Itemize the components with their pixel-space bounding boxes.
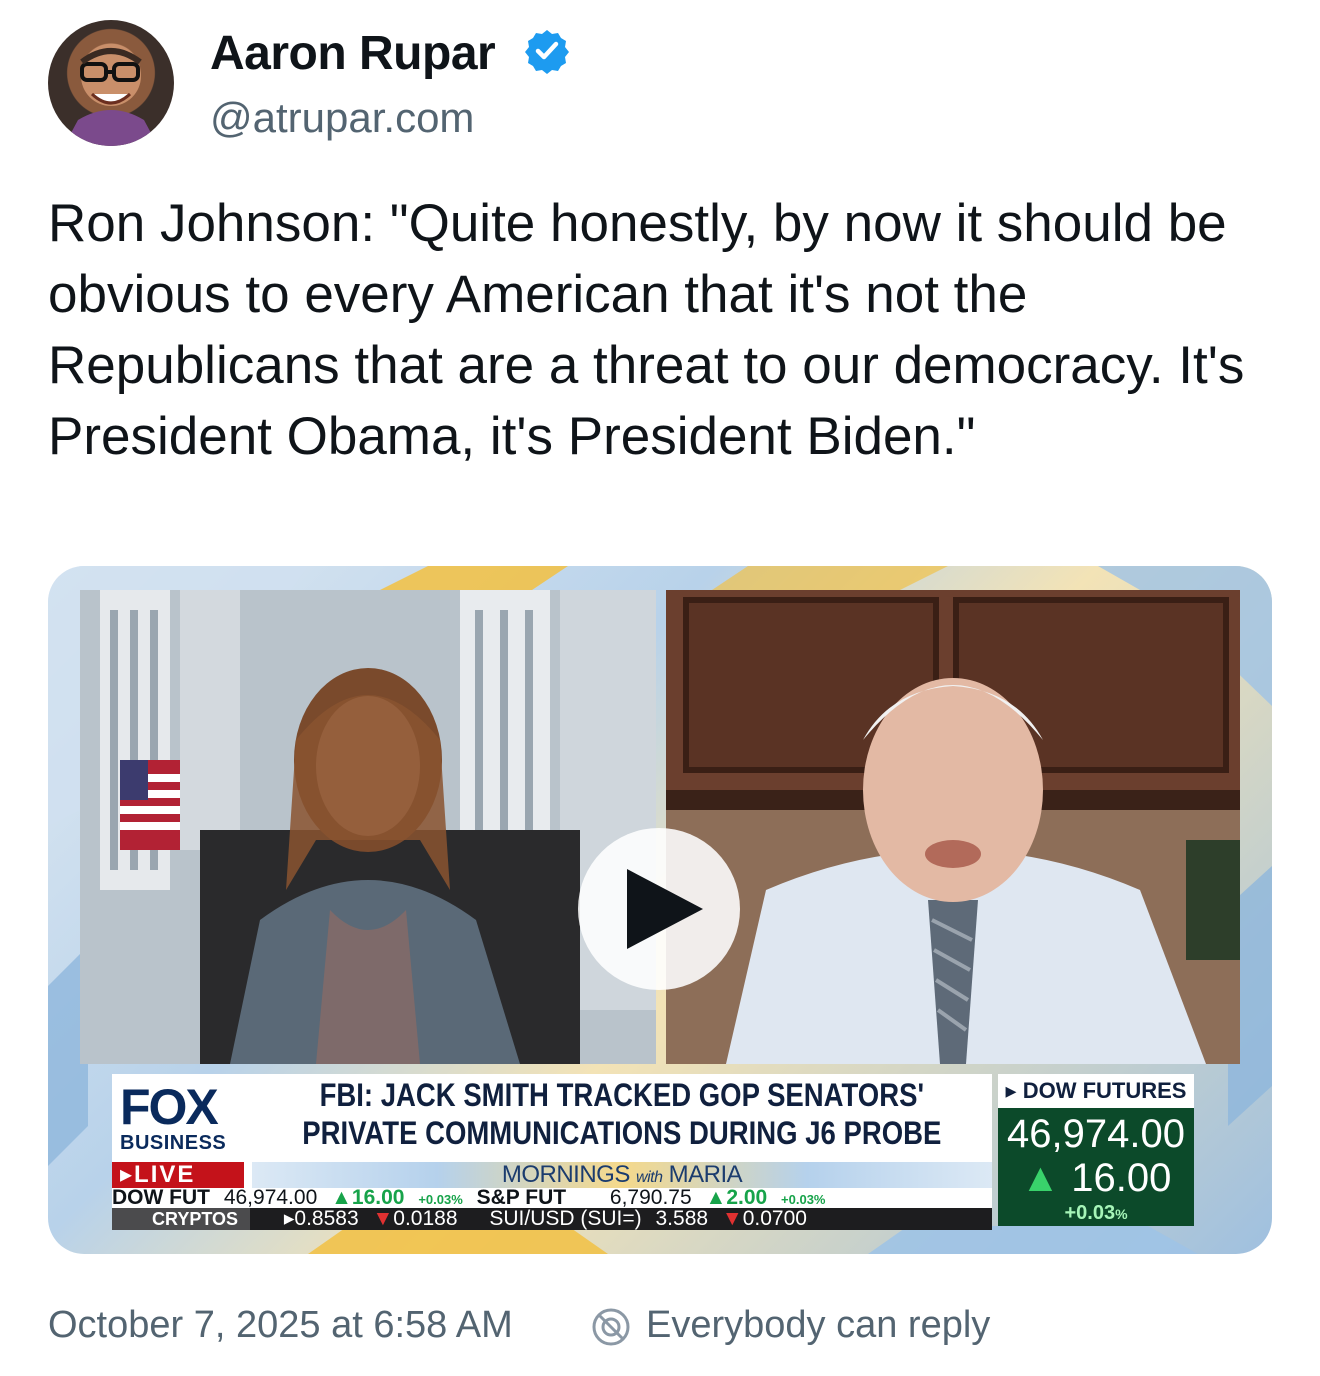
everybody-reply-icon <box>590 1306 632 1348</box>
video-frame-host <box>80 590 656 1064</box>
post-timestamp[interactable]: October 7, 2025 at 6:58 AM <box>48 1304 513 1347</box>
post-text: Ron Johnson: "Quite honestly, by now it … <box>48 194 1245 466</box>
logo-fox-text: FOX <box>120 1079 219 1135</box>
play-button[interactable] <box>578 828 740 990</box>
show-name: MORNINGS with MARIA <box>252 1162 992 1191</box>
video-player[interactable]: FOX BUSINESS ▸LIVE FBI: JACK SMITH TRACK… <box>48 566 1272 1254</box>
ticker-sp-pct: +0.03% <box>781 1192 826 1207</box>
ticker-sp-change: ▲2.00 <box>705 1188 768 1208</box>
futures-title: ▸ DOW FUTURES <box>1005 1078 1187 1103</box>
ticker-cryptos-label: CRYPTOS <box>112 1208 251 1230</box>
ticker-crypto-value-2: 3.588 <box>655 1208 709 1230</box>
ticker-dow-pct: +0.03% <box>418 1192 463 1207</box>
futures-pct: +0.03% <box>1064 1202 1128 1224</box>
headline-line-2: PRIVATE COMMUNICATIONS DURING J6 PROBE <box>302 1115 942 1151</box>
chyron-headline: FBI: JACK SMITH TRACKED GOP SENATORS' PR… <box>252 1076 992 1162</box>
ticker-crypto-symbol: SUI/USD (SUI=) <box>489 1208 642 1230</box>
ticker-dow-label: DOW FUT <box>112 1188 210 1208</box>
network-logo: FOX BUSINESS <box>112 1074 244 1160</box>
ticker-dow-value: 46,974.00 <box>223 1188 318 1208</box>
display-name[interactable]: Aaron Rupar <box>210 26 496 81</box>
post-card: Aaron Rupar @atrupar.com Ron Johnson: "Q… <box>0 0 1320 1376</box>
ticker-crypto-value-1: ▸0.8583 <box>283 1208 359 1230</box>
show-name-part-2: with <box>636 1169 663 1186</box>
dow-futures-box: ▸ DOW FUTURES 46,974.00 ▲ 16.00 +0.03% <box>998 1074 1194 1226</box>
live-badge: ▸LIVE <box>112 1162 244 1188</box>
ticker-top: DOW FUT 46,974.00 ▲16.00 +0.03% S&P FUT … <box>112 1188 992 1208</box>
verified-badge-icon <box>524 28 570 74</box>
show-band: MORNINGS with MARIA <box>252 1162 992 1188</box>
chyron: FOX BUSINESS ▸LIVE FBI: JACK SMITH TRACK… <box>112 1074 992 1230</box>
show-name-part-3: MARIA <box>668 1161 743 1188</box>
futures-panel: 46,974.00 ▲ 16.00 +0.03% <box>998 1108 1194 1226</box>
avatar[interactable] <box>48 20 174 146</box>
video-frame-guest <box>666 590 1240 1064</box>
ticker-sp-label: S&P FUT <box>476 1188 567 1208</box>
play-icon <box>627 869 703 949</box>
author-handle[interactable]: @atrupar.com <box>210 94 474 142</box>
ticker-crypto-change-1: ▼0.0188 <box>372 1208 458 1230</box>
ticker-crypto-change-2: ▼0.0700 <box>721 1208 807 1230</box>
ticker-sp-value: 6,790.75 <box>609 1188 692 1208</box>
futures-change: ▲ 16.00 <box>1020 1156 1172 1200</box>
ticker-bottom: CRYPTOS ▸0.8583 ▼0.0188 SUI/USD (SUI=) 3… <box>112 1208 992 1230</box>
reply-setting: Everybody can reply <box>646 1304 991 1346</box>
headline-line-1: FBI: JACK SMITH TRACKED GOP SENATORS' <box>319 1077 924 1113</box>
show-name-part-1: MORNINGS <box>501 1161 631 1188</box>
live-label: LIVE <box>134 1161 196 1188</box>
ticker-dow-change: ▲16.00 <box>331 1188 405 1208</box>
logo-business-text: BUSINESS <box>120 1132 227 1154</box>
futures-value: 46,974.00 <box>1007 1112 1185 1156</box>
